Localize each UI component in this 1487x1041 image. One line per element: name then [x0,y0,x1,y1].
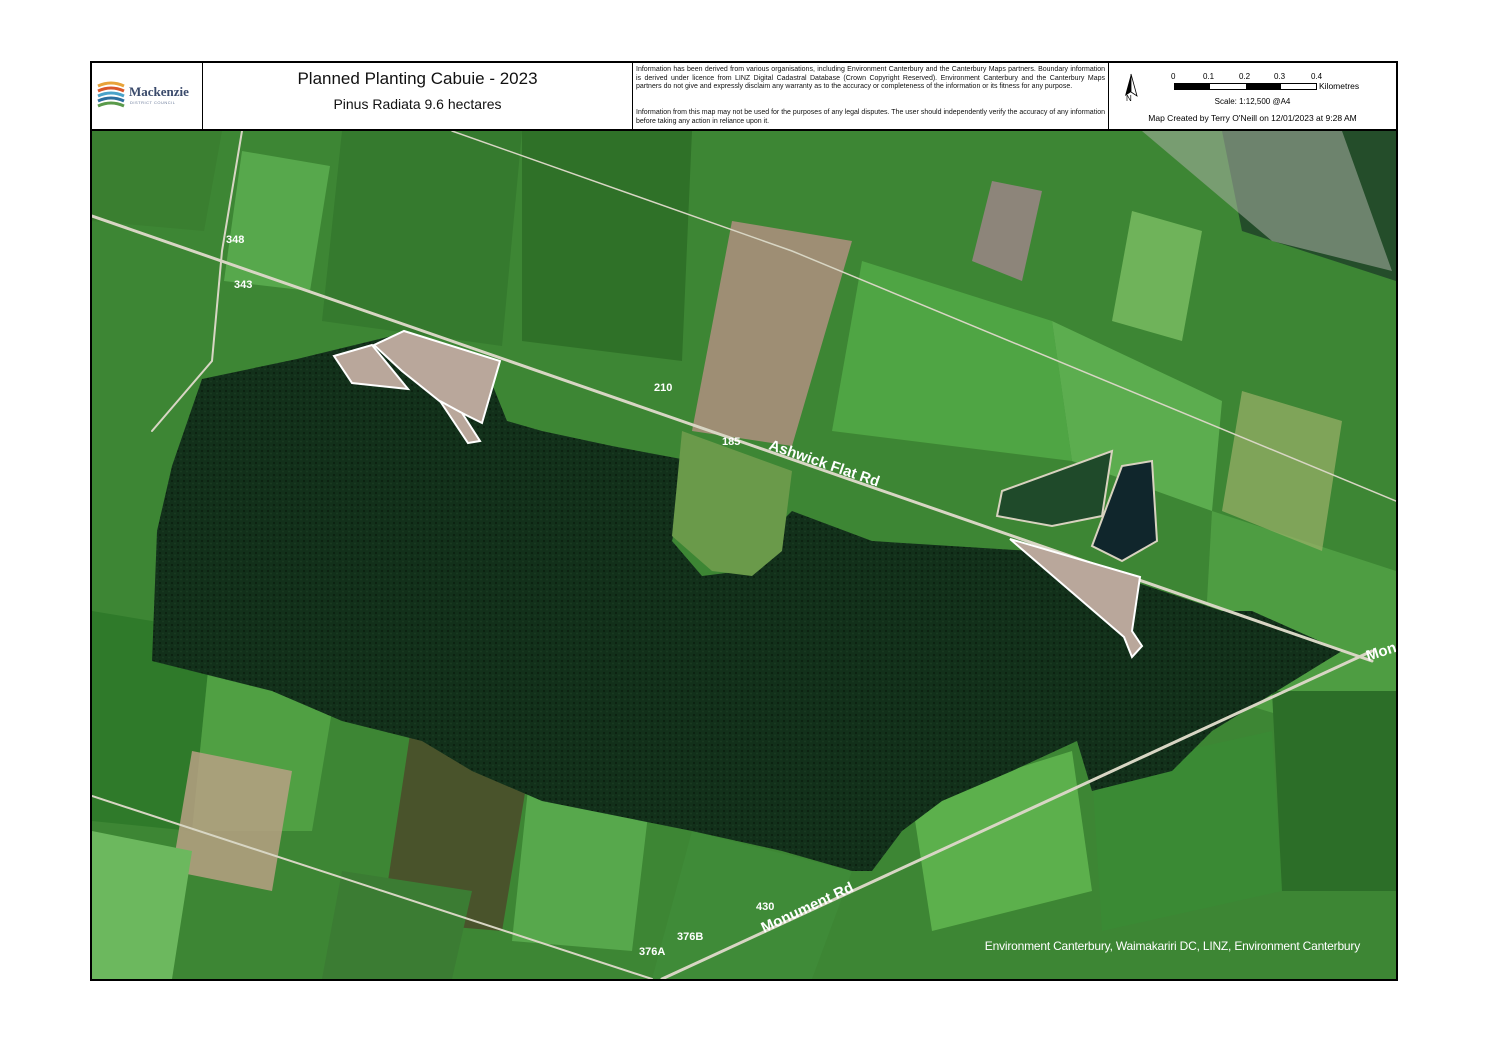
title-cell: Planned Planting Cabuie - 2023 Pinus Rad… [203,63,633,129]
bare-paddock [172,751,292,891]
aerial-map[interactable]: 348 343 210 185 430 376B 376A Ashwick Fl… [92,131,1396,979]
map-meta-cell: N 0 0.1 0.2 0.3 0.4 Kilometres Scale: 1:… [1109,63,1396,129]
council-logo: Mackenzie DISTRICT COUNCIL [96,80,200,112]
disclaimer-paragraph-1: Information has been derived from variou… [636,66,1105,90]
logo-name: Mackenzie [129,84,189,99]
address-348: 348 [226,234,244,246]
scale-tick: 0.2 [1239,72,1251,81]
address-343: 343 [234,279,252,291]
map-attribution: Environment Canterbury, Waimakariri DC, … [984,939,1360,953]
disclaimer-paragraph-2: Information from this map may not be use… [636,109,1105,125]
map-created-by: Map Created by Terry O'Neill on 12/01/20… [1148,113,1357,123]
scale-tick: 0.1 [1203,72,1215,81]
disclaimer-cell: Information has been derived from variou… [633,63,1109,129]
address-430: 430 [756,901,774,913]
map-header: Mackenzie DISTRICT COUNCIL Planned Plant… [92,63,1396,131]
logo-waves-icon [97,81,125,108]
north-arrow-icon [1125,73,1138,97]
map-title: Planned Planting Cabuie - 2023 [297,69,538,88]
address-376a: 376A [639,946,665,958]
address-210: 210 [654,382,672,394]
address-185: 185 [722,436,740,448]
scale-bar [1174,83,1317,90]
map-frame: Mackenzie DISTRICT COUNCIL Planned Plant… [90,61,1398,981]
scale-tick: 0 [1171,72,1176,81]
map-subtitle: Pinus Radiata 9.6 hectares [333,96,502,112]
address-376b: 376B [677,931,703,943]
map-canvas: 348 343 210 185 430 376B 376A Ashwick Fl… [92,131,1396,979]
scale-unit: Kilometres [1319,81,1360,91]
logo-cell: Mackenzie DISTRICT COUNCIL [92,63,203,129]
scale-text: Scale: 1:12,500 @A4 [1214,97,1291,106]
scale-tick: 0.4 [1311,72,1323,81]
logo-subtitle: DISTRICT COUNCIL [130,100,176,105]
scale-tick: 0.3 [1274,72,1286,81]
